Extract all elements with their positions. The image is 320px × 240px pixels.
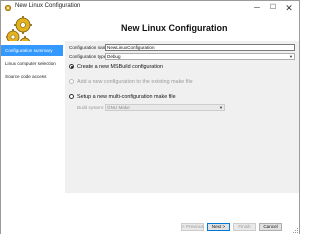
radio-create-msbuild[interactable] [69,64,74,69]
radio-multi-config-make-file[interactable] [69,94,74,99]
window-title: New Linux Configuration [15,3,81,9]
wizard-sidebar: Configuration summary Linux computer sel… [1,41,63,219]
configuration-type-label: Configuration type: [69,54,108,59]
page-title: New Linux Configuration [121,23,228,33]
option-create-msbuild-label: Create a new MSBuild configuration [77,63,163,70]
previous-button[interactable]: < Previous [181,223,204,231]
maximize-button[interactable]: ☐ [265,1,281,15]
wizard-header: New Linux Configuration [1,15,299,49]
finish-button[interactable]: Finish [233,223,256,231]
minimize-button[interactable]: ─ [249,1,265,15]
form-panel: Configuration name: NewLinuxConfiguratio… [65,41,299,193]
cancel-button[interactable]: Cancel [259,223,282,231]
app-gear-icon [4,4,12,12]
build-system-label: Build system: [77,105,105,110]
sidebar-item-linux-computer-selection[interactable]: Linux computer selection [1,58,63,69]
sidebar-item-source-code-access[interactable]: Source code access [1,71,63,82]
chevron-down-icon: ▼ [219,105,223,110]
option-add-to-make-file-label: Add a new configuration to the existing … [77,78,193,85]
resize-grip-icon[interactable] [293,228,298,233]
configuration-type-select[interactable]: Debug ▼ [105,53,295,60]
sidebar-item-configuration-summary[interactable]: Configuration summary [1,45,63,56]
build-system-value: GNU Make [107,105,130,110]
configuration-name-input[interactable]: NewLinuxConfiguration [105,44,295,51]
configuration-type-value: Debug [107,54,121,59]
build-system-select: GNU Make ▼ [105,104,225,111]
option-multi-config-make-file-label: Setup a new multi-configuration make fil… [77,93,176,100]
wizard-window: New Linux Configuration ─ ☐ ✕ New Linux … [0,0,300,234]
next-button[interactable]: Next > [207,223,230,231]
chevron-down-icon: ▼ [289,54,293,59]
close-button[interactable]: ✕ [281,1,297,15]
radio-add-to-make-file [69,79,74,84]
title-bar: New Linux Configuration ─ ☐ ✕ [1,1,299,15]
